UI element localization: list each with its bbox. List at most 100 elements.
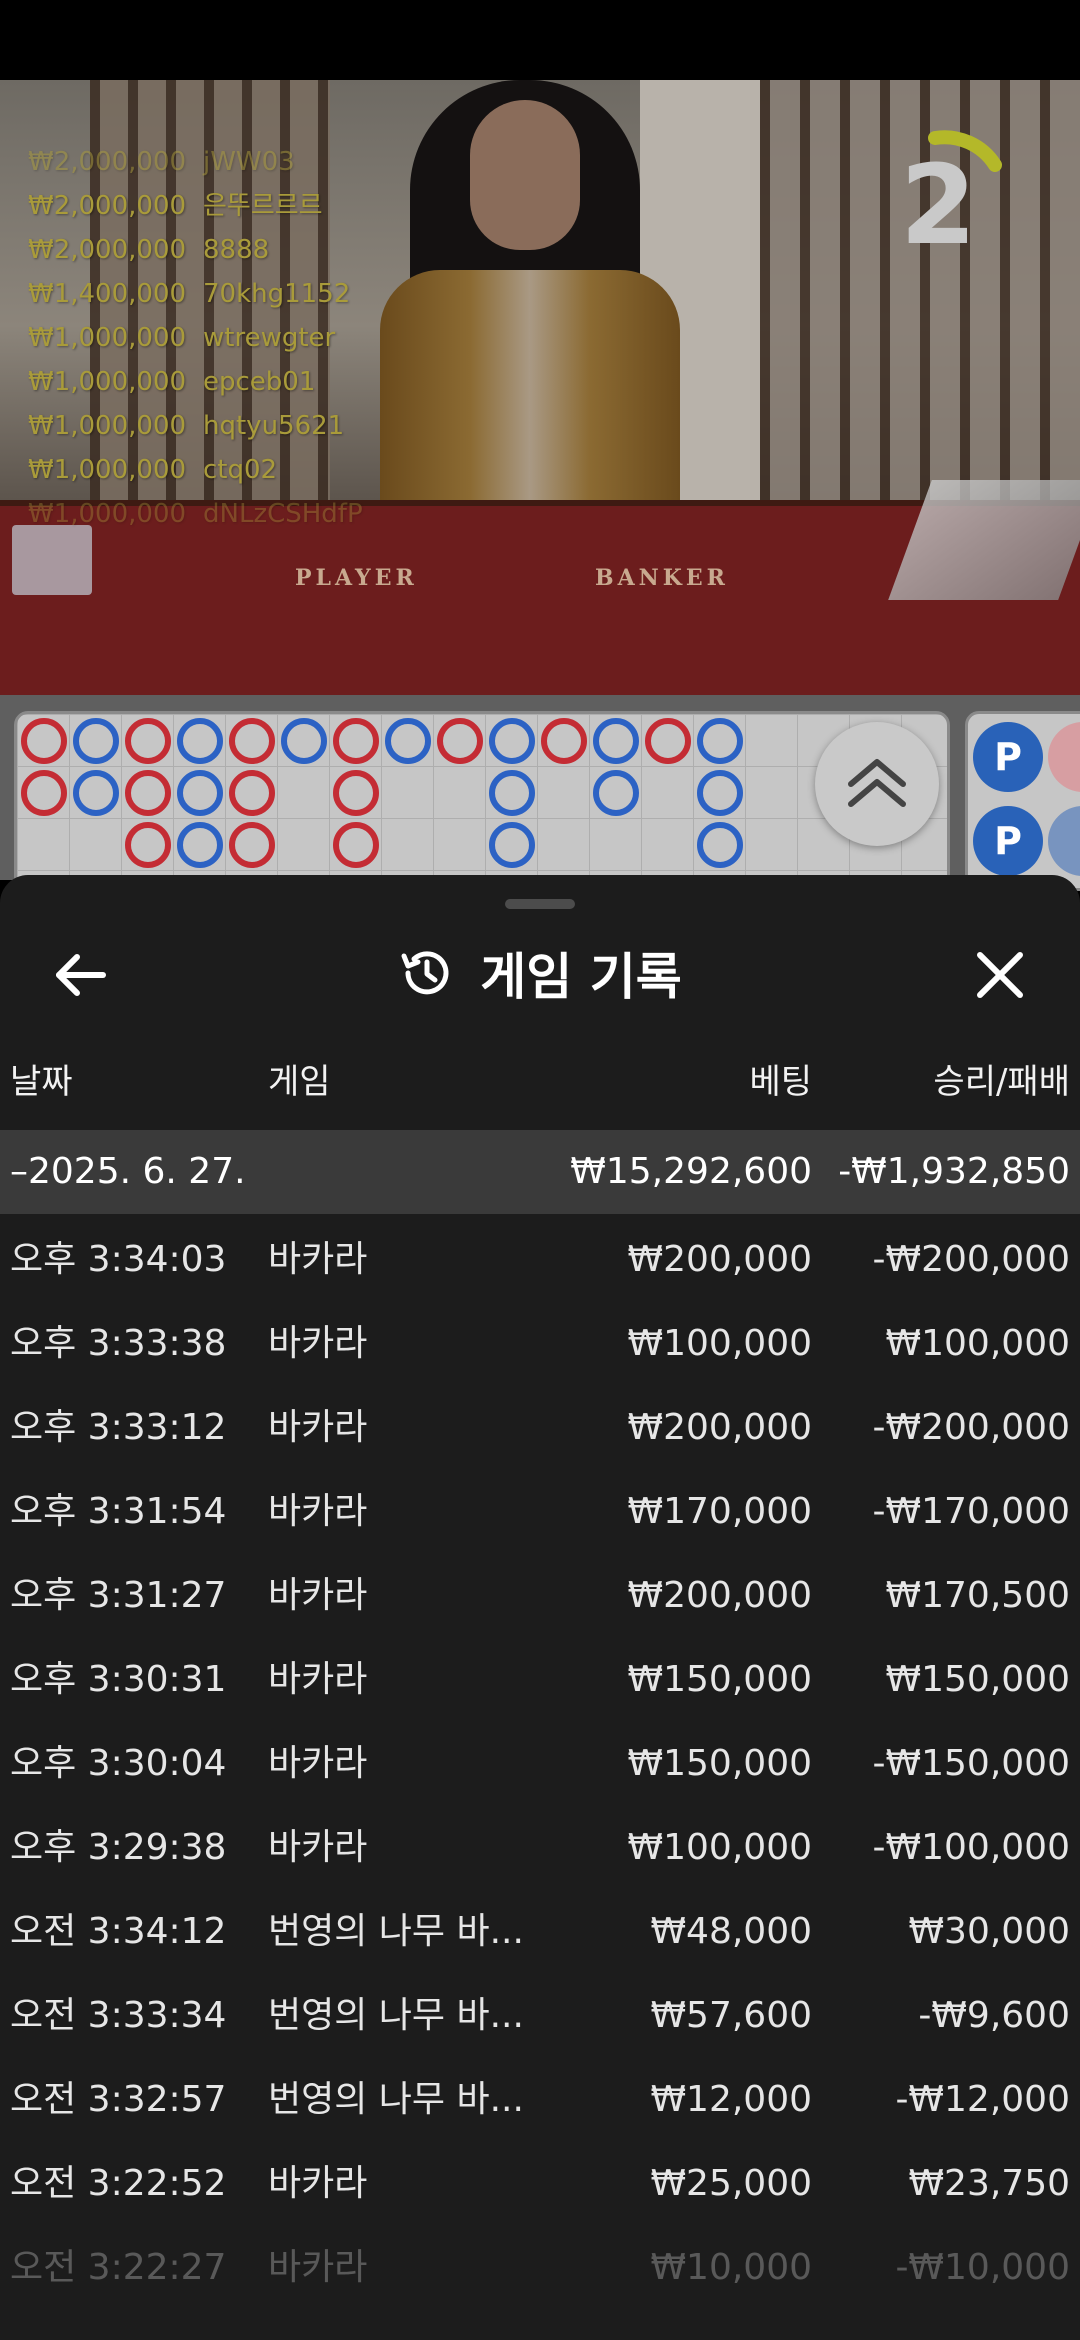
sheet-title: 게임 기록 [480,947,682,1006]
row-bet: ₩200,000 [627,1575,812,1616]
row-game: 바카라 [268,2163,368,2204]
banker-bead [645,718,691,764]
table-header: 날짜 게임 베팅 승리/패배 [0,1040,1080,1125]
history-row[interactable]: 오전 3:22:27 바카라 ₩10,000 -₩10,000 [0,2226,1080,2310]
live-dealer-video[interactable]: PLAYER BANKER ₩2,000,000 jWW03 ₩2,000,000… [0,80,1080,695]
row-bet: ₩170,000 [627,1491,812,1532]
banker-bead [125,822,171,868]
history-row[interactable]: 오후 3:34:03 바카라 ₩200,000 -₩200,000 [0,1218,1080,1302]
history-row[interactable]: 오후 3:33:38 바카라 ₩100,000 ₩100,000 [0,1302,1080,1386]
column-header-game: 게임 [268,1062,331,1102]
row-bet: ₩10,000 [650,2247,812,2288]
history-row[interactable]: 오전 3:22:52 바카라 ₩25,000 ₩23,750 [0,2142,1080,2226]
banker-bead [333,718,379,764]
bet-row: ₩1,000,000 hqtyu5621 [28,411,345,441]
banker-bead [125,718,171,764]
day-summary-row[interactable]: –2025. 6. 27. ₩15,292,600 -₩1,932,850 [0,1130,1080,1214]
row-bet: ₩48,000 [650,1911,812,1952]
bead-road[interactable] [14,711,950,891]
arrow-left-icon [56,954,106,996]
table-label-player: PLAYER [295,565,418,591]
bet-row: ₩1,000,000 epceb01 [28,367,316,397]
row-result: -₩150,000 [872,1743,1070,1784]
player-bead [73,718,119,764]
banker-bead [333,770,379,816]
scroll-up-button[interactable] [815,722,939,846]
row-time: 오전 3:34:12 [10,1911,227,1952]
drag-handle[interactable] [505,899,575,909]
bet-row: ₩1,000,000 wtrewgter [28,323,336,353]
row-game: 바카라 [268,1659,368,1700]
row-result: -₩200,000 [872,1407,1070,1448]
row-result: -₩170,000 [872,1491,1070,1532]
history-row[interactable]: 오전 3:32:57 번영의 나무 바... ₩12,000 -₩12,000 [0,2058,1080,2142]
day-total-bet: ₩15,292,600 [570,1151,812,1192]
history-row[interactable]: 오후 3:29:38 바카라 ₩100,000 -₩100,000 [0,1806,1080,1890]
row-result: ₩23,750 [908,2163,1070,2204]
column-header-bet: 베팅 [749,1062,812,1102]
history-row[interactable]: 오후 3:30:31 바카라 ₩150,000 ₩150,000 [0,1638,1080,1722]
player-bead [489,822,535,868]
close-icon [977,952,1023,998]
row-bet: ₩200,000 [627,1239,812,1280]
bet-row: ₩2,000,000 8888 [28,235,270,265]
banker-result-chip [1048,722,1080,792]
player-bead [177,822,223,868]
row-result: ₩170,500 [885,1575,1070,1616]
player-bead [281,718,327,764]
history-row[interactable]: 오전 3:33:34 번영의 나무 바... ₩57,600 -₩9,600 [0,1974,1080,2058]
player-bead [593,770,639,816]
row-result: ₩30,000 [908,1911,1070,1952]
history-rows: 오후 3:34:03 바카라 ₩200,000 -₩200,000 오후 3:3… [0,1218,1080,2310]
bet-row: ₩2,000,000 은뚜르르르 [28,191,323,221]
history-row[interactable]: 오후 3:30:04 바카라 ₩150,000 -₩150,000 [0,1722,1080,1806]
banker-bead [229,770,275,816]
banker-bead [125,770,171,816]
player-result-chip: P [973,722,1043,792]
top-bets-list: ₩2,000,000 jWW03 ₩2,000,000 은뚜르르르 ₩2,000,0… [28,140,363,536]
row-game: 바카라 [268,1323,368,1364]
close-button[interactable] [965,940,1035,1010]
row-bet: ₩150,000 [627,1659,812,1700]
row-time: 오후 3:30:04 [10,1743,227,1784]
row-result: -₩10,000 [895,2247,1070,2288]
title-group: 게임 기록 [0,915,1080,1030]
double-chevron-up-icon [848,759,906,807]
row-result: ₩100,000 [885,1323,1070,1364]
row-result: -₩100,000 [872,1827,1070,1868]
row-time: 오후 3:33:12 [10,1407,227,1448]
row-game: 바카라 [268,1575,368,1616]
row-bet: ₩100,000 [627,1827,812,1868]
player-bead [593,718,639,764]
row-result: -₩9,600 [918,1995,1070,2036]
row-bet: ₩200,000 [627,1407,812,1448]
back-button[interactable] [45,940,115,1010]
row-bet: ₩57,600 [650,1995,812,2036]
bet-row: ₩1,000,000 ctq02 [28,455,278,485]
column-header-date: 날짜 [10,1062,73,1102]
row-time: 오후 3:29:38 [10,1827,227,1868]
row-bet: ₩150,000 [627,1743,812,1784]
banker-bead [229,718,275,764]
history-row[interactable]: 오후 3:31:27 바카라 ₩200,000 ₩170,500 [0,1554,1080,1638]
history-row[interactable]: 오후 3:31:54 바카라 ₩170,000 -₩170,000 [0,1470,1080,1554]
history-row[interactable]: 오후 3:33:12 바카라 ₩200,000 -₩200,000 [0,1386,1080,1470]
row-time: 오후 3:31:27 [10,1575,227,1616]
banker-bead [21,718,67,764]
row-result: -₩12,000 [895,2079,1070,2120]
round-number: 2 [900,141,977,269]
side-road[interactable]: P P [965,711,1080,891]
player-bead [177,770,223,816]
banker-bead [541,718,587,764]
player-bead [489,718,535,764]
player-result-chip [1048,806,1080,876]
row-game: 바카라 [268,1407,368,1448]
row-bet: ₩100,000 [627,1323,812,1364]
row-time: 오전 3:22:27 [10,2247,227,2288]
history-row[interactable]: 오전 3:34:12 번영의 나무 바... ₩48,000 ₩30,000 [0,1890,1080,1974]
player-result-chip: P [973,806,1043,876]
row-bet: ₩12,000 [650,2079,812,2120]
player-bead [697,822,743,868]
bet-row: ₩2,000,000 jWW03 [28,147,295,177]
row-game: 바카라 [268,1239,368,1280]
